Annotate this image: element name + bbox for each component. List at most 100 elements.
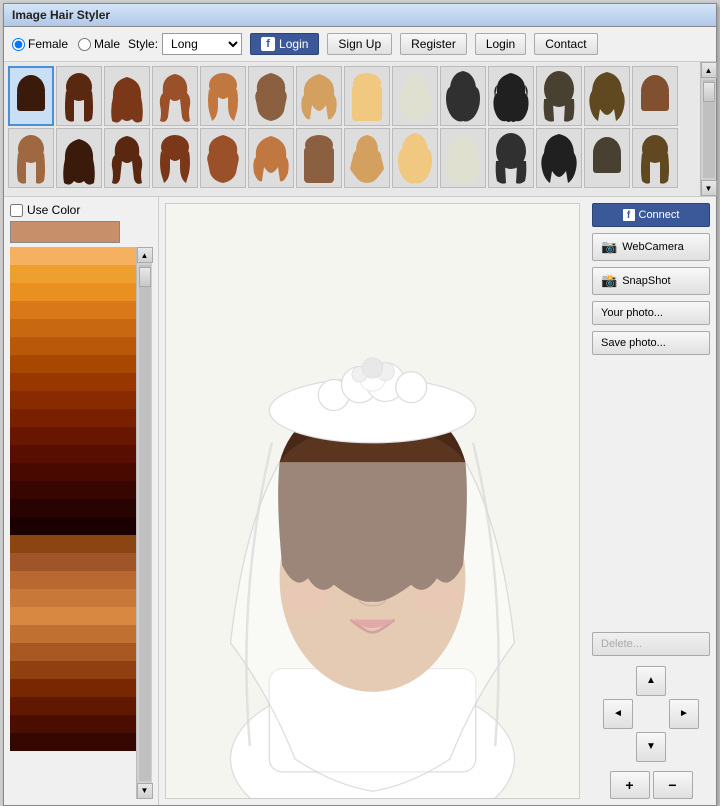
color-strip[interactable] [10, 355, 136, 373]
webcam-button[interactable]: 📷 WebCamera [592, 233, 710, 261]
style-select[interactable]: Long Short Medium Curly Straight [162, 33, 242, 55]
contact-button[interactable]: Contact [534, 33, 597, 55]
color-strip[interactable] [10, 481, 136, 499]
zoom-in-icon: + [625, 777, 633, 793]
title-bar: Image Hair Styler [4, 4, 716, 27]
hair-thumb[interactable] [200, 66, 246, 126]
hair-thumb[interactable] [536, 66, 582, 126]
hair-thumb[interactable] [104, 128, 150, 188]
male-radio[interactable] [78, 38, 91, 51]
hair-thumb[interactable] [296, 128, 342, 188]
hair-thumb[interactable] [152, 128, 198, 188]
color-strip[interactable] [10, 499, 136, 517]
hair-thumb[interactable] [104, 66, 150, 126]
snapshot-button[interactable]: 📸 SnapShot [592, 267, 710, 295]
color-scroll-thumb[interactable] [139, 267, 151, 287]
color-swatch-bar[interactable] [10, 221, 120, 243]
hair-thumb[interactable] [56, 66, 102, 126]
color-strip[interactable] [10, 373, 136, 391]
color-strip[interactable] [10, 445, 136, 463]
color-strip[interactable] [10, 625, 136, 643]
color-strip[interactable] [10, 427, 136, 445]
color-strip[interactable] [10, 337, 136, 355]
color-strip[interactable] [10, 715, 136, 733]
zoom-out-button[interactable]: − [653, 771, 693, 799]
color-strip[interactable] [10, 643, 136, 661]
nav-right-button[interactable]: ► [669, 699, 699, 729]
hair-thumb[interactable] [584, 66, 630, 126]
hair-thumb[interactable] [632, 128, 678, 188]
signup-button[interactable]: Sign Up [327, 33, 392, 55]
main-content: Use Color ▲ ▼ [4, 197, 716, 805]
hair-thumb[interactable] [392, 66, 438, 126]
color-scroll-down[interactable]: ▼ [137, 783, 153, 799]
color-strip[interactable] [10, 733, 136, 751]
color-strip[interactable] [10, 571, 136, 589]
main-window: Image Hair Styler Female Male Style: Lon… [3, 3, 717, 806]
color-strip[interactable] [10, 301, 136, 319]
female-label: Female [28, 37, 68, 51]
hair-thumb[interactable] [440, 66, 486, 126]
hair-thumb[interactable] [488, 66, 534, 126]
hair-thumb[interactable] [392, 128, 438, 188]
color-strip[interactable] [10, 409, 136, 427]
nav-down-button[interactable]: ▼ [636, 732, 666, 762]
login-label: Login [486, 37, 515, 51]
nav-empty-3 [603, 732, 633, 762]
color-strip[interactable] [10, 319, 136, 337]
nav-center [636, 699, 666, 729]
female-radio[interactable] [12, 38, 25, 51]
hair-thumb[interactable] [344, 66, 390, 126]
color-strip[interactable] [10, 517, 136, 535]
hair-thumb[interactable] [56, 128, 102, 188]
color-strip[interactable] [10, 697, 136, 715]
color-scroll-up[interactable]: ▲ [137, 247, 153, 263]
hair-thumb[interactable] [488, 128, 534, 188]
gallery-scroll-down[interactable]: ▼ [701, 180, 717, 196]
nav-up-button[interactable]: ▲ [636, 666, 666, 696]
color-strip[interactable] [10, 463, 136, 481]
hair-thumb[interactable] [248, 66, 294, 126]
male-radio-label[interactable]: Male [78, 37, 120, 51]
nav-left-button[interactable]: ◄ [603, 699, 633, 729]
zoom-row: + − [592, 771, 710, 799]
zoom-in-button[interactable]: + [610, 771, 650, 799]
hair-thumb[interactable] [632, 66, 678, 126]
delete-button[interactable]: Delete... [592, 632, 710, 656]
color-strip[interactable] [10, 265, 136, 283]
color-strip[interactable] [10, 283, 136, 301]
color-strip[interactable] [10, 391, 136, 409]
register-button[interactable]: Register [400, 33, 467, 55]
color-strip[interactable] [10, 247, 136, 265]
color-strip[interactable] [10, 679, 136, 697]
hair-thumb[interactable] [440, 128, 486, 188]
snapshot-icon: 📸 [601, 273, 617, 289]
hair-thumb[interactable] [8, 128, 54, 188]
hair-thumb[interactable] [536, 128, 582, 188]
save-photo-button[interactable]: Save photo... [592, 331, 710, 355]
login-button[interactable]: Login [475, 33, 526, 55]
use-color-checkbox[interactable] [10, 204, 23, 217]
color-strip[interactable] [10, 661, 136, 679]
gallery-scroll-up[interactable]: ▲ [701, 62, 717, 78]
gallery-scrollbar: ▲ ▼ [700, 62, 716, 196]
zoom-out-icon: − [668, 777, 676, 793]
hair-thumb[interactable] [248, 128, 294, 188]
color-strip[interactable] [10, 607, 136, 625]
fb-login-button[interactable]: f Login [250, 33, 319, 55]
gallery-scroll-thumb[interactable] [703, 82, 715, 102]
fb-connect-button[interactable]: f Connect [592, 203, 710, 227]
color-strip[interactable] [10, 535, 136, 553]
hair-thumb[interactable] [200, 128, 246, 188]
nav-empty-1 [603, 666, 633, 696]
your-photo-button[interactable]: Your photo... [592, 301, 710, 325]
hair-thumb[interactable] [152, 66, 198, 126]
hair-thumb[interactable] [584, 128, 630, 188]
color-strip[interactable] [10, 589, 136, 607]
hair-thumb[interactable] [296, 66, 342, 126]
color-strip[interactable] [10, 553, 136, 571]
hair-thumb[interactable] [8, 66, 54, 126]
female-radio-label[interactable]: Female [12, 37, 68, 51]
nav-up-icon: ▲ [646, 675, 656, 686]
hair-thumb[interactable] [344, 128, 390, 188]
